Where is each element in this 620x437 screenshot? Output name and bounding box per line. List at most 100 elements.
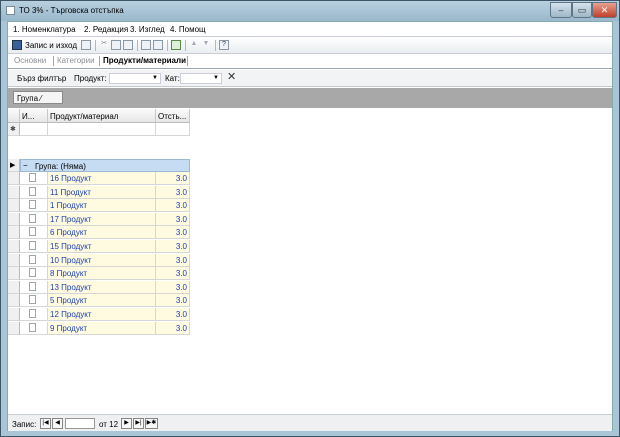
product-name-cell[interactable]: 6 Продукт xyxy=(48,226,156,240)
discount-cell[interactable]: 3.0 xyxy=(156,308,190,321)
product-name-cell[interactable]: 12 Продукт xyxy=(48,308,156,321)
row-selector[interactable] xyxy=(8,199,20,213)
discount-cell[interactable]: 3.0 xyxy=(156,185,190,199)
row-selector[interactable] xyxy=(8,212,20,226)
table-row[interactable]: 11 Продукт 3.0 xyxy=(8,185,190,199)
table-row[interactable]: 17 Продукт 3.0 xyxy=(8,212,190,226)
new-record-row[interactable]: ✱ xyxy=(8,123,190,136)
row-selector[interactable] xyxy=(8,267,20,281)
title-bar[interactable]: ТО 3% - Търговска отстъпка – ▭ ✕ xyxy=(1,1,619,21)
cut-icon[interactable]: ✂ xyxy=(99,40,109,50)
table-row[interactable]: 15 Продукт 3.0 xyxy=(8,240,190,253)
row-selector[interactable] xyxy=(8,294,20,308)
table-row[interactable]: 5 Продукт 3.0 xyxy=(8,294,190,308)
row-id-cell[interactable] xyxy=(20,294,48,308)
table-row[interactable]: 8 Продукт 3.0 xyxy=(8,267,190,281)
table-row[interactable]: 12 Продукт 3.0 xyxy=(8,308,190,321)
collapse-icon[interactable]: − xyxy=(23,161,28,170)
table-row[interactable]: 13 Продукт 3.0 xyxy=(8,280,190,294)
row-selector[interactable] xyxy=(8,321,20,335)
menu-item-view[interactable]: 3. Изглед xyxy=(130,25,165,34)
product-name-cell[interactable]: 9 Продукт xyxy=(48,321,156,335)
group-chip[interactable]: Група ⁄ xyxy=(13,91,63,104)
menu-item-nomenclature[interactable]: 1. Номенклатура xyxy=(13,25,76,34)
discount-cell[interactable]: 3.0 xyxy=(156,212,190,226)
maximize-button[interactable]: ▭ xyxy=(572,2,592,18)
table-row[interactable]: 6 Продукт 3.0 xyxy=(8,226,190,240)
new-row-product-cell[interactable] xyxy=(48,123,156,136)
product-name-cell[interactable]: 1 Продукт xyxy=(48,199,156,213)
row-selector[interactable] xyxy=(8,226,20,240)
row-id-cell[interactable] xyxy=(20,240,48,253)
next-record-button[interactable]: ▶ xyxy=(121,418,132,429)
menu-item-edit[interactable]: 2. Редакция xyxy=(84,25,128,34)
minimize-button[interactable]: – xyxy=(550,2,572,18)
discount-cell[interactable]: 3.0 xyxy=(156,280,190,294)
discount-cell[interactable]: 3.0 xyxy=(156,267,190,281)
tab-products-materials[interactable]: Продукти/материали xyxy=(103,56,186,65)
save-and-exit-button[interactable]: Запис и изход xyxy=(25,41,77,53)
row-selector[interactable] xyxy=(8,280,20,294)
table-row[interactable]: 16 Продукт 3.0 xyxy=(8,172,190,185)
arrow-down-icon[interactable]: ▼ xyxy=(201,40,211,50)
row-id-cell[interactable] xyxy=(20,226,48,240)
new-record-button[interactable]: ▶✱ xyxy=(145,418,158,429)
row-selector[interactable] xyxy=(8,240,20,253)
new-row-discount-cell[interactable] xyxy=(156,123,190,136)
prev-record-button[interactable]: ◀ xyxy=(52,418,63,429)
product-name-cell[interactable]: 17 Продукт xyxy=(48,212,156,226)
product-name-cell[interactable]: 16 Продукт xyxy=(48,172,156,185)
help-icon[interactable]: ? xyxy=(219,40,229,50)
product-name-cell[interactable]: 11 Продукт xyxy=(48,185,156,199)
column-header-product[interactable]: Продукт/материал xyxy=(48,109,156,123)
copy-icon[interactable] xyxy=(111,40,121,50)
row-id-cell[interactable] xyxy=(20,199,48,213)
discount-cell[interactable]: 3.0 xyxy=(156,199,190,213)
group-row[interactable]: ▶ − Група: (Няма) xyxy=(8,159,190,172)
discount-cell[interactable]: 3.0 xyxy=(156,294,190,308)
print-icon[interactable] xyxy=(141,40,151,50)
table-row[interactable]: 1 Продукт 3.0 xyxy=(8,199,190,213)
row-selector[interactable] xyxy=(8,308,20,321)
row-id-cell[interactable] xyxy=(20,308,48,321)
refresh-icon[interactable] xyxy=(171,40,181,50)
table-row[interactable]: 10 Продукт 3.0 xyxy=(8,253,190,267)
row-selector[interactable] xyxy=(8,172,20,185)
tab-general[interactable]: Основни xyxy=(14,56,46,65)
row-id-cell[interactable] xyxy=(20,280,48,294)
last-record-button[interactable]: ▶| xyxy=(133,418,144,429)
row-selector[interactable] xyxy=(8,185,20,199)
product-name-cell[interactable]: 8 Продукт xyxy=(48,267,156,281)
menu-item-help[interactable]: 4. Помощ xyxy=(170,25,206,34)
product-name-cell[interactable]: 15 Продукт xyxy=(48,240,156,253)
first-record-button[interactable]: |◀ xyxy=(40,418,51,429)
product-name-cell[interactable]: 13 Продукт xyxy=(48,280,156,294)
column-header-discount[interactable]: Отсть... xyxy=(156,109,190,123)
discount-cell[interactable]: 3.0 xyxy=(156,321,190,335)
discount-cell[interactable]: 3.0 xyxy=(156,226,190,240)
column-header-id[interactable]: И... xyxy=(20,109,48,123)
row-id-cell[interactable] xyxy=(20,321,48,335)
category-filter-select[interactable]: ▼ xyxy=(180,73,222,84)
arrow-up-icon[interactable]: ▲ xyxy=(189,40,199,50)
copy-record-icon[interactable] xyxy=(81,40,91,50)
print-preview-icon[interactable] xyxy=(153,40,163,50)
product-name-cell[interactable]: 5 Продукт xyxy=(48,294,156,308)
discount-cell[interactable]: 3.0 xyxy=(156,172,190,185)
row-id-cell[interactable] xyxy=(20,172,48,185)
new-row-id-cell[interactable] xyxy=(20,123,48,136)
discount-cell[interactable]: 3.0 xyxy=(156,253,190,267)
record-number-input[interactable] xyxy=(65,418,95,429)
row-id-cell[interactable] xyxy=(20,253,48,267)
tab-categories[interactable]: Категории xyxy=(57,56,95,65)
discount-cell[interactable]: 3.0 xyxy=(156,240,190,253)
row-id-cell[interactable] xyxy=(20,212,48,226)
table-row[interactable]: 9 Продукт 3.0 xyxy=(8,321,190,335)
row-id-cell[interactable] xyxy=(20,267,48,281)
row-selector[interactable] xyxy=(8,253,20,267)
row-id-cell[interactable] xyxy=(20,185,48,199)
paste-icon[interactable] xyxy=(123,40,133,50)
close-button[interactable]: ✕ xyxy=(592,2,617,18)
product-filter-select[interactable]: ▼ xyxy=(109,73,161,84)
clear-filter-icon[interactable]: ✕ xyxy=(227,72,236,83)
